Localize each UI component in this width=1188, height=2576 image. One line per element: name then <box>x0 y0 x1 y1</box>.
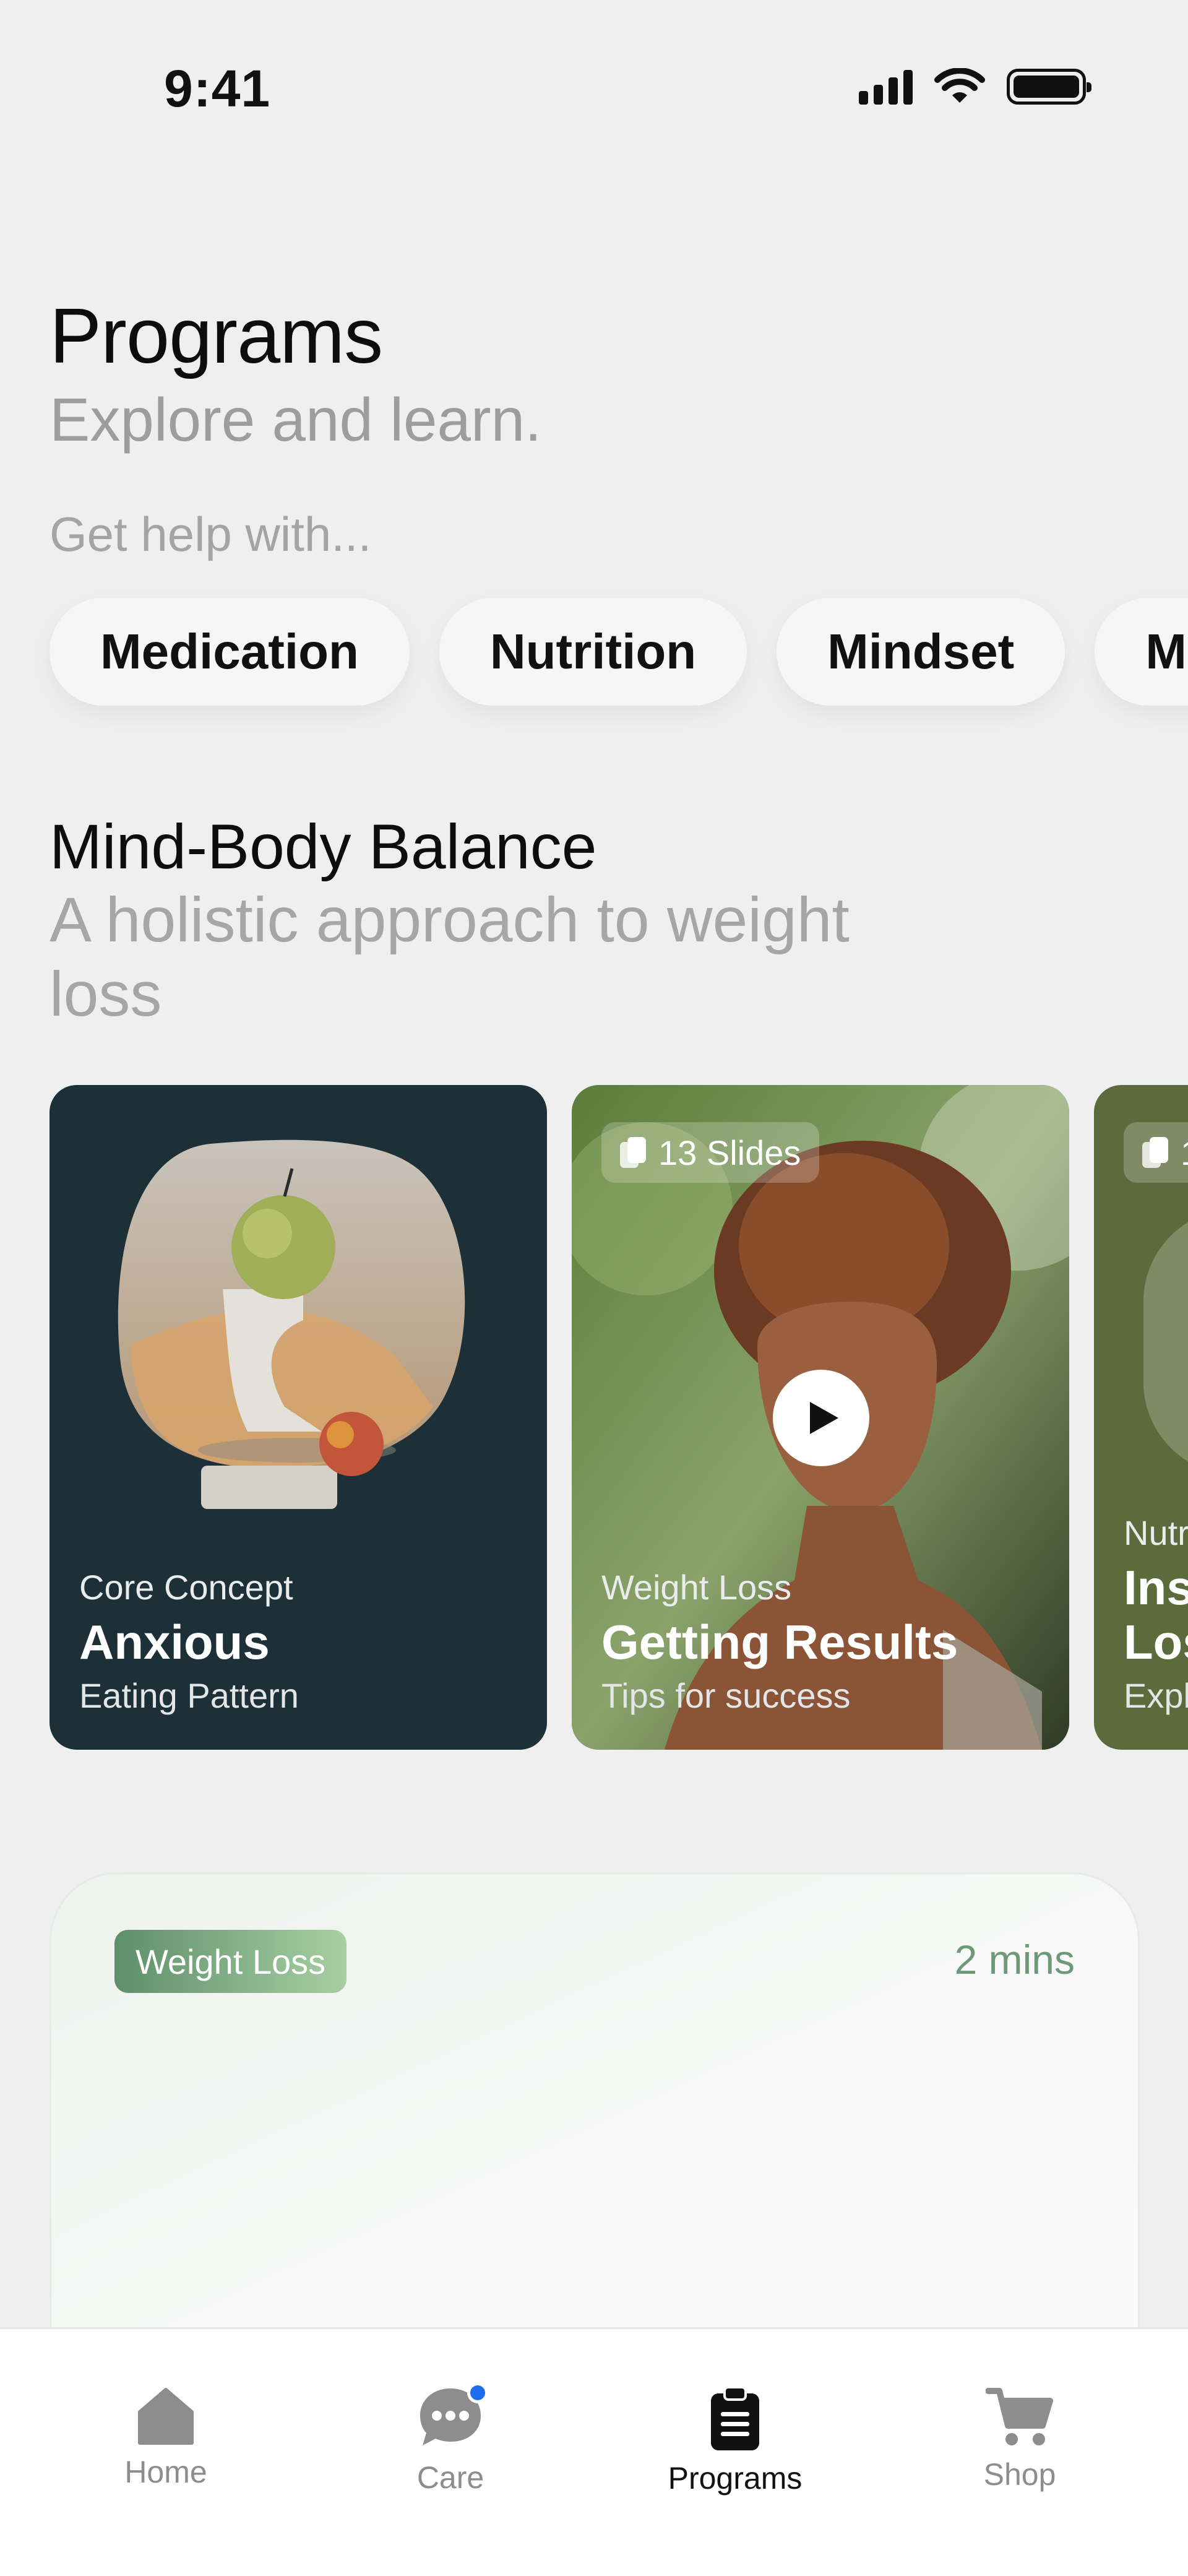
slides-badge: 1 <box>1124 1122 1188 1183</box>
tab-shop[interactable]: Shop <box>921 2385 1119 2492</box>
card-title: Ins Los <box>1124 1560 1188 1669</box>
notification-dot <box>467 2382 488 2403</box>
program-card-getting-results[interactable]: 13 Slides Weight Loss Getting Results Ti… <box>572 1085 1069 1750</box>
cart-icon <box>986 2388 1053 2445</box>
slides-count: 1 <box>1181 1133 1188 1173</box>
program-card-partial[interactable]: 1 Nutr Ins Los Expl <box>1094 1085 1188 1750</box>
card-subtitle: Tips for success <box>601 1676 851 1715</box>
page-title: Programs <box>50 292 383 379</box>
battery-icon <box>1007 69 1091 105</box>
wifi-icon <box>934 68 985 103</box>
tab-bar: Home Care Programs Shop <box>0 2327 1188 2576</box>
tab-label: Shop <box>983 2457 1056 2492</box>
card-title: Getting Results <box>601 1615 958 1669</box>
slides-count: 13 Slides <box>658 1133 801 1172</box>
slides-icon <box>620 1137 646 1168</box>
article-tag: Weight Loss <box>114 1930 347 1993</box>
page-subtitle: Explore and learn. <box>50 386 542 454</box>
tab-care[interactable]: Care <box>351 2382 549 2496</box>
tab-label: Care <box>416 2460 484 2495</box>
card-kicker: Weight Loss <box>601 1568 792 1607</box>
play-button[interactable] <box>773 1370 869 1466</box>
card-meta: Nutr Ins Los Expl <box>1124 1513 1188 1716</box>
programs-screen: 9:41 Programs Explore and learn. Get hel… <box>0 0 1188 2576</box>
home-icon <box>138 2388 194 2445</box>
slides-icon <box>1142 1137 1168 1168</box>
help-label: Get help with... <box>50 507 372 561</box>
clipboard-icon <box>711 2386 759 2450</box>
cellular-signal-icon <box>859 69 913 105</box>
program-cards: Core Concept Anxious Eating Pattern 13 S… <box>50 1085 1188 1750</box>
chip-medication[interactable]: Medication <box>50 598 410 706</box>
topic-chips: Medication Nutrition Mindset Mo <box>50 598 1188 706</box>
chip-movement[interactable]: Mo <box>1095 598 1188 706</box>
sculpture-image <box>118 1139 465 1509</box>
tab-programs[interactable]: Programs <box>636 2385 834 2496</box>
tab-label: Programs <box>668 2461 803 2496</box>
card-subtitle: Expl <box>1124 1676 1188 1715</box>
chip-nutrition[interactable]: Nutrition <box>439 598 747 706</box>
play-icon <box>810 1402 838 1434</box>
card-meta: Core Concept Anxious Eating Pattern <box>79 1567 299 1716</box>
section-subtitle: A holistic approach to weight loss <box>50 884 850 1029</box>
program-card-anxious[interactable]: Core Concept Anxious Eating Pattern <box>50 1085 547 1750</box>
tab-home[interactable]: Home <box>67 2385 265 2490</box>
card-kicker: Core Concept <box>79 1568 293 1607</box>
card-title: Anxious <box>79 1615 270 1669</box>
chip-mindset[interactable]: Mindset <box>777 598 1065 706</box>
slides-badge: 13 Slides <box>601 1122 820 1183</box>
status-time: 9:41 <box>164 59 271 118</box>
card-kicker: Nutr <box>1124 1513 1188 1552</box>
card-meta: Weight Loss Getting Results Tips for suc… <box>601 1567 958 1716</box>
card-image <box>1143 1209 1188 1475</box>
article-duration: 2 mins <box>954 1937 1075 1982</box>
status-icons <box>859 68 1091 105</box>
tab-label: Home <box>124 2455 207 2489</box>
card-subtitle: Eating Pattern <box>79 1676 299 1715</box>
section-title: Mind-Body Balance <box>50 811 597 882</box>
